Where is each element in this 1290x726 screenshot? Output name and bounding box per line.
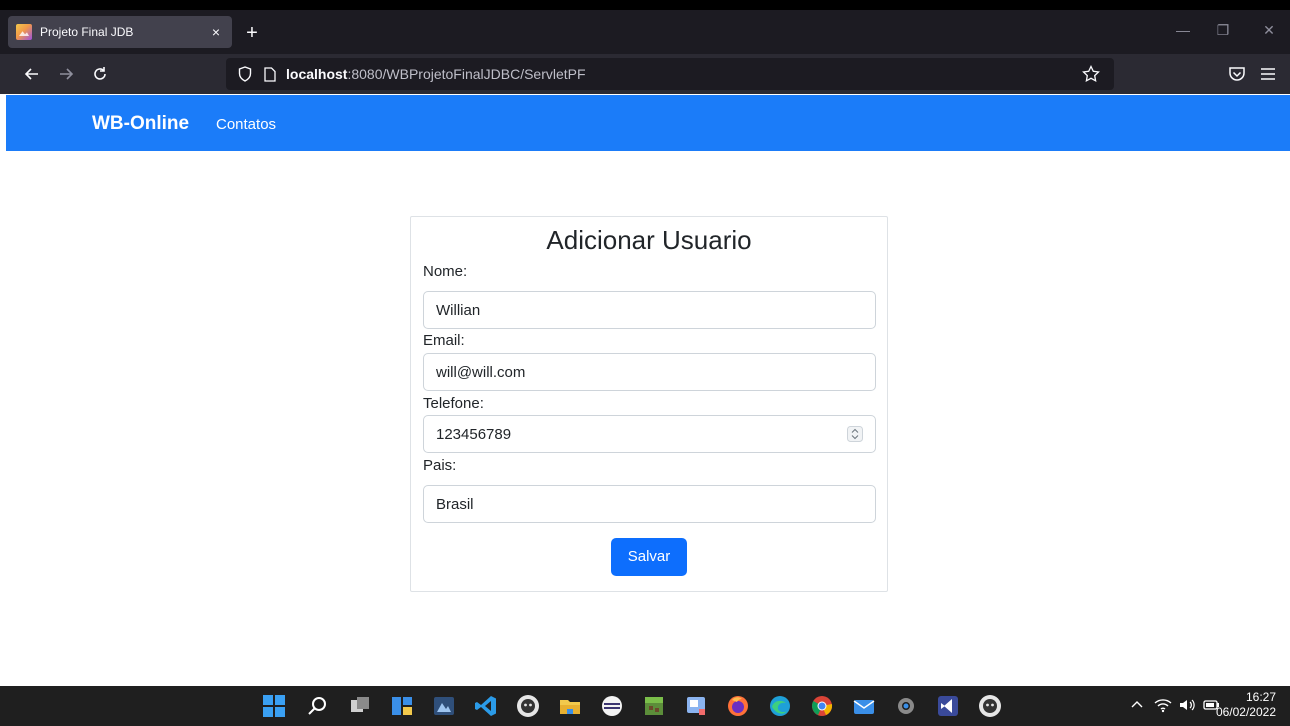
nav-link-contatos[interactable]: Contatos <box>216 116 276 133</box>
screen: Projeto Final JDB × + — ❐ ✕ localhost:80… <box>0 0 1290 726</box>
chrome-icon[interactable] <box>810 694 834 718</box>
email-input[interactable]: will@will.com <box>423 353 876 391</box>
bookmark-star-icon[interactable] <box>1082 65 1100 83</box>
forward-arrow-icon <box>60 68 74 80</box>
firefox-icon[interactable] <box>726 694 750 718</box>
task-view-icon[interactable] <box>348 694 372 718</box>
new-tab-button[interactable]: + <box>240 23 264 43</box>
url-bar[interactable]: localhost:8080/WBProjetoFinalJDBC/Servle… <box>226 58 1114 90</box>
email-value: will@will.com <box>436 364 526 381</box>
minimize-button[interactable]: — <box>1168 22 1198 38</box>
back-arrow-icon <box>24 68 38 80</box>
number-spinner-icon[interactable] <box>847 426 863 442</box>
clock-date: 06/02/2022 <box>1215 705 1276 719</box>
windows-start-icon[interactable] <box>262 694 286 718</box>
site-navbar: WB-Online Contatos <box>6 95 1290 151</box>
github-desktop-icon[interactable] <box>516 694 540 718</box>
page-icon <box>264 66 276 82</box>
vscode-icon[interactable] <box>474 694 498 718</box>
browser-tab-bar: Projeto Final JDB × + — ❐ ✕ <box>0 10 1290 54</box>
pais-label: Pais: <box>423 457 457 474</box>
nome-label: Nome: <box>423 263 468 280</box>
eclipse-icon[interactable] <box>600 694 624 718</box>
chevron-up-icon[interactable] <box>1130 698 1144 712</box>
back-button[interactable] <box>20 63 44 85</box>
clock-time: 16:27 <box>1245 690 1276 704</box>
pocket-icon[interactable] <box>1228 65 1246 83</box>
snipping-tool-icon[interactable] <box>684 694 708 718</box>
url-path: :8080/WBProjetoFinalJDBC/ServletPF <box>347 66 586 82</box>
browser-nav-bar: localhost:8080/WBProjetoFinalJDBC/Servle… <box>0 54 1290 94</box>
telefone-input[interactable]: 123456789 <box>423 415 876 453</box>
visual-studio-icon[interactable] <box>936 694 960 718</box>
tab-close-button[interactable]: × <box>204 24 228 40</box>
restore-button[interactable]: ❐ <box>1208 22 1238 39</box>
reload-button[interactable] <box>88 63 112 85</box>
add-user-card: Adicionar Usuario Nome: Willian Email: w… <box>410 216 888 592</box>
salvar-button[interactable]: Salvar <box>611 538 687 576</box>
github-icon[interactable] <box>978 694 1002 718</box>
close-window-button[interactable]: ✕ <box>1254 22 1284 39</box>
url-host: localhost <box>286 66 348 82</box>
forward-button[interactable] <box>54 63 78 85</box>
nome-value: Willian <box>436 302 481 319</box>
email-label: Email: <box>423 332 465 349</box>
volume-icon[interactable] <box>1178 697 1196 713</box>
file-explorer-icon[interactable] <box>558 694 582 718</box>
url-text[interactable]: localhost:8080/WBProjetoFinalJDBC/Servle… <box>286 66 586 82</box>
pais-value: Brasil <box>436 496 474 513</box>
minecraft-icon[interactable] <box>642 694 666 718</box>
wifi-icon[interactable] <box>1154 697 1172 713</box>
form-title: Adicionar Usuario <box>546 225 752 255</box>
top-strip <box>0 0 1290 10</box>
edge-icon[interactable] <box>768 694 792 718</box>
telefone-label: Telefone: <box>423 395 484 412</box>
widgets-icon[interactable] <box>390 694 414 718</box>
reload-icon <box>94 67 106 80</box>
system-clock[interactable]: 16:27 06/02/2022 <box>1216 690 1276 720</box>
pais-input[interactable]: Brasil <box>423 485 876 523</box>
favicon-icon <box>16 24 32 40</box>
nome-input[interactable]: Willian <box>423 291 876 329</box>
image-app-icon[interactable] <box>432 694 456 718</box>
tab-title: Projeto Final JDB <box>40 25 134 39</box>
hamburger-menu-icon[interactable] <box>1260 65 1276 83</box>
telefone-value: 123456789 <box>436 426 512 443</box>
settings-gear-icon[interactable] <box>894 694 918 718</box>
browser-tab[interactable]: Projeto Final JDB × <box>8 16 232 48</box>
search-icon[interactable] <box>306 694 330 718</box>
windows-taskbar: 16:27 06/02/2022 <box>0 686 1290 726</box>
brand-link[interactable]: WB-Online <box>92 113 189 135</box>
shield-icon[interactable] <box>238 66 252 82</box>
mail-icon[interactable] <box>852 694 876 718</box>
